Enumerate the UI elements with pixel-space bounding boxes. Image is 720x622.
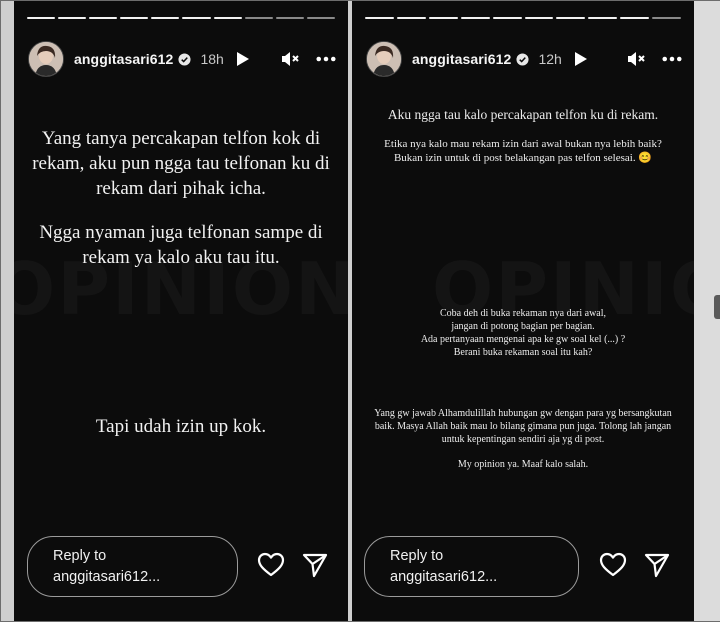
post-time: 12h xyxy=(538,51,562,67)
story-header: anggitasari612 18h xyxy=(28,39,336,79)
story-text-line: jangan di potong bagian per bagian. xyxy=(451,321,595,332)
story-text-paragraph-2: Ngga nyaman juga telfonan sampe di rekam… xyxy=(39,222,323,268)
reply-label: Reply to xyxy=(53,548,107,564)
story-text-line: Berani buka rekaman soal itu kah? xyxy=(453,347,593,358)
like-button[interactable] xyxy=(256,550,286,580)
send-icon xyxy=(302,553,328,578)
share-button[interactable] xyxy=(300,550,330,580)
story-text-paragraph-2: Etika nya kalo mau rekam izin dari awal … xyxy=(384,138,662,164)
progress-segment xyxy=(365,17,394,19)
story-text-line: Coba deh di buka rekaman nya dari awal, xyxy=(439,308,607,319)
progress-segment xyxy=(492,17,522,19)
post-time: 18h xyxy=(200,51,224,67)
play-button[interactable] xyxy=(571,49,591,69)
story-progress-bar xyxy=(27,17,335,19)
send-icon xyxy=(644,553,670,578)
reply-input[interactable]: Reply to anggitasari612... xyxy=(364,536,579,597)
more-dots-icon xyxy=(662,56,682,62)
verified-badge-icon xyxy=(178,52,191,66)
progress-segment xyxy=(556,17,586,19)
heart-icon xyxy=(599,552,627,577)
speaker-muted-icon xyxy=(282,52,299,66)
heart-icon xyxy=(257,552,285,577)
play-button[interactable] xyxy=(233,49,253,69)
progress-segment xyxy=(213,17,242,19)
story-right[interactable]: anggitasari612 12h OPINI Aku ngga tau ka… xyxy=(352,1,694,621)
progress-segment xyxy=(428,17,458,19)
page-background xyxy=(694,1,720,621)
more-options-button[interactable] xyxy=(662,49,682,69)
story-left[interactable]: anggitasari612 18h OPINION Yang tanya pe… xyxy=(14,1,348,621)
play-icon xyxy=(574,52,587,66)
scroll-handle[interactable] xyxy=(714,295,720,319)
story-text-paragraph-3: Tapi udah izin up kok. xyxy=(95,416,267,437)
progress-segment xyxy=(58,17,87,19)
avatar[interactable] xyxy=(28,41,64,77)
share-button[interactable] xyxy=(642,550,672,580)
progress-segment xyxy=(396,17,426,19)
story-text-paragraph-5: My opinion ya. Maaf kalo salah. xyxy=(457,459,589,470)
progress-segment xyxy=(182,17,211,19)
progress-segment xyxy=(27,17,56,19)
progress-segment xyxy=(275,17,304,19)
avatar[interactable] xyxy=(366,41,402,77)
username[interactable]: anggitasari612 xyxy=(412,51,511,67)
more-dots-icon xyxy=(316,56,336,62)
verified-badge-icon xyxy=(516,52,529,66)
reply-target: anggitasari612... xyxy=(53,569,161,585)
more-options-button[interactable] xyxy=(316,49,336,69)
progress-segment xyxy=(244,17,273,19)
progress-segment xyxy=(524,17,554,19)
play-icon xyxy=(236,52,249,66)
username[interactable]: anggitasari612 xyxy=(74,51,173,67)
story-text-paragraph-1: Yang tanya percakapan telfon kok di reka… xyxy=(32,128,330,199)
reply-target: anggitasari612... xyxy=(390,569,498,585)
progress-segment xyxy=(652,17,682,19)
progress-segment xyxy=(89,17,118,19)
reply-input[interactable]: Reply to anggitasari612... xyxy=(27,536,238,597)
progress-segment xyxy=(460,17,490,19)
story-text-paragraph-3: Coba deh di buka rekaman nya dari awal, … xyxy=(352,307,694,359)
progress-segment xyxy=(620,17,650,19)
mute-button[interactable] xyxy=(280,49,300,69)
story-progress-bar xyxy=(365,17,682,19)
screenshot-frame: anggitasari612 18h OPINION Yang tanya pe… xyxy=(0,0,720,622)
story-header: anggitasari612 12h xyxy=(366,39,682,79)
reply-label: Reply to xyxy=(390,548,444,564)
story-text-line: Ada pertanyaan mengenai apa ke gw soal k… xyxy=(420,334,626,345)
story-text-paragraph-1: Aku ngga tau kalo percakapan telfon ku d… xyxy=(387,107,659,122)
speaker-muted-icon xyxy=(628,52,645,66)
progress-segment xyxy=(306,17,335,19)
progress-segment xyxy=(120,17,149,19)
progress-segment xyxy=(151,17,180,19)
progress-segment xyxy=(588,17,618,19)
mute-button[interactable] xyxy=(626,49,646,69)
like-button[interactable] xyxy=(598,550,628,580)
story-text-paragraph-4: Yang gw jawab Alhamdulillah hubungan gw … xyxy=(374,408,672,445)
